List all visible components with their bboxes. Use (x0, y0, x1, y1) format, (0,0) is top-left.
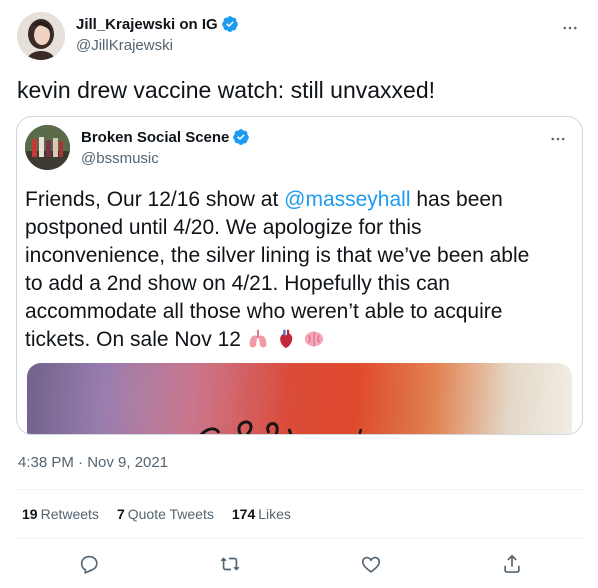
tweet-text: kevin drew vaccine watch: still unvaxxed… (17, 77, 436, 103)
quoted-text-line: postponed until 4/20. We apologize for t… (25, 216, 422, 239)
retweets-stat[interactable]: 19 Retweets (22, 506, 99, 522)
quoted-text-segment: Friends, Our 12/16 show at (25, 188, 285, 211)
brain-emoji (303, 328, 325, 350)
quote-tweets-label: Quote Tweets (127, 506, 214, 522)
quoted-tweet-image[interactable] (27, 363, 572, 434)
mention-link[interactable]: @masseyhall (284, 188, 410, 211)
retweets-label: Retweets (40, 506, 99, 522)
quoted-author-handle[interactable]: @bssmusic (81, 150, 250, 167)
quoted-author-info: Broken Social Scene @bssmusic (81, 127, 250, 167)
lungs-emoji (247, 328, 269, 350)
likes-stat[interactable]: 174 Likes (232, 506, 291, 522)
retweets-count: 19 (22, 506, 38, 522)
quoted-author-name[interactable]: Broken Social Scene (81, 129, 229, 146)
reply-icon[interactable] (76, 551, 102, 577)
author-avatar[interactable] (17, 12, 65, 60)
author-info: Jill_Krajewski on IG @JillKrajewski (76, 14, 239, 54)
quoted-more-options-icon[interactable] (548, 129, 568, 149)
more-options-icon[interactable] (560, 18, 580, 38)
tweet: Jill_Krajewski on IG @JillKrajewski kevi… (0, 0, 598, 588)
quoted-author-avatar[interactable] (25, 125, 70, 170)
likes-label: Likes (258, 506, 291, 522)
quoted-text-segment: has been (410, 188, 503, 211)
author-name[interactable]: Jill_Krajewski on IG (76, 16, 218, 33)
divider (17, 489, 583, 490)
quoted-text-line: Friends, Our 12/16 show at @masseyhall h… (25, 186, 573, 214)
quoted-text-segment: tickets. On sale Nov 12 (25, 328, 241, 351)
verified-badge-icon (221, 15, 239, 33)
tweet-timestamp[interactable]: 4:38 PM · Nov 9, 2021 (18, 454, 168, 471)
engagement-stats: 19 Retweets 7 Quote Tweets 174 Likes (22, 506, 309, 522)
share-icon[interactable] (499, 551, 525, 577)
like-icon[interactable] (358, 551, 384, 577)
quoted-text-line: to add a 2nd show on 4/21. Hopefully thi… (25, 272, 450, 295)
quoted-tweet-text: Friends, Our 12/16 show at @masseyhall h… (25, 186, 573, 354)
author-handle[interactable]: @JillKrajewski (76, 37, 239, 54)
quoted-text-line-last: tickets. On sale Nov 12 (25, 326, 573, 354)
quote-tweets-count: 7 (116, 506, 125, 522)
quoted-text-line: inconvenience, the silver lining is that… (25, 244, 530, 267)
image-handwriting (200, 420, 363, 434)
quoted-text-line: accommodate all those who weren’t able t… (25, 300, 503, 323)
likes-count: 174 (231, 506, 256, 522)
quoted-verified-badge-icon (232, 128, 250, 146)
action-bar (0, 551, 598, 577)
quote-tweets-stat[interactable]: 7 Quote Tweets (117, 506, 214, 522)
divider (17, 538, 583, 539)
quoted-tweet[interactable]: Broken Social Scene @bssmusic Friends, O… (16, 116, 583, 435)
anatomical-heart-emoji (275, 328, 297, 350)
retweet-icon[interactable] (217, 551, 243, 577)
